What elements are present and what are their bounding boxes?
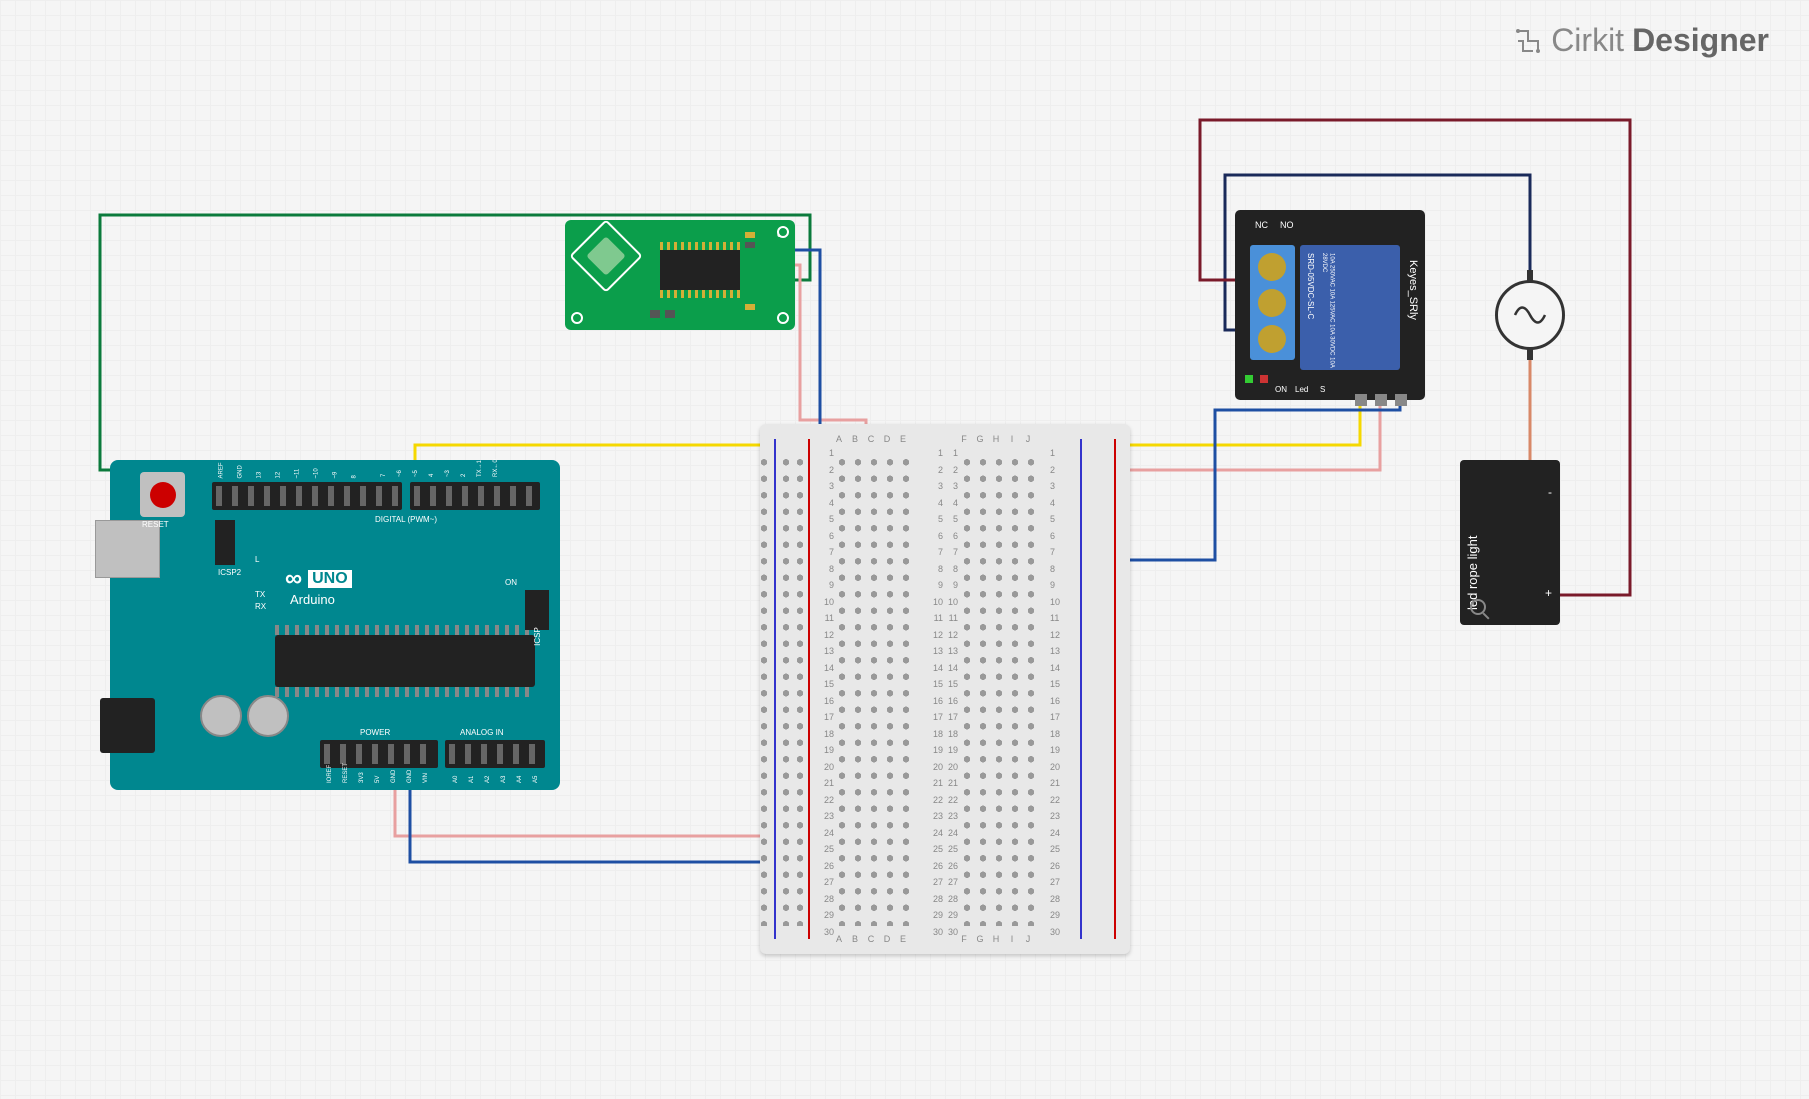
led-rope-minus: - xyxy=(1548,485,1552,499)
arduino-reset-button[interactable] xyxy=(140,472,185,517)
bb-col-h-top: H xyxy=(989,434,1003,444)
led-rope-light[interactable]: led rope light - + xyxy=(1460,460,1560,625)
arduino-digital-header-1[interactable] xyxy=(212,482,402,510)
magnify-icon xyxy=(1470,599,1486,615)
arduino-atmega-chip xyxy=(275,635,535,687)
logo-product: Designer xyxy=(1632,22,1769,59)
arduino-analog-label: ANALOG IN xyxy=(460,728,504,737)
relay-pin-s[interactable] xyxy=(1355,394,1367,406)
relay-on-label: ON xyxy=(1275,385,1287,394)
logo-icon xyxy=(1513,26,1543,56)
arduino-l-led: L xyxy=(255,555,259,564)
arduino-rx-led: RX xyxy=(255,602,266,611)
arduino-icsp-header xyxy=(525,590,549,630)
arduino-icsp2-label: ICSP2 xyxy=(218,568,241,577)
relay-s-label: S xyxy=(1320,385,1325,394)
ac-source[interactable] xyxy=(1495,280,1565,350)
relay-pin-plus[interactable] xyxy=(1375,394,1387,406)
bb-col-b-top: B xyxy=(848,434,862,444)
arduino-logo: ∞ UNO xyxy=(285,565,352,593)
arduino-brand: Arduino xyxy=(290,592,335,607)
arduino-model: UNO xyxy=(308,570,352,588)
bb-col-a-top: A xyxy=(832,434,846,444)
bb-col-f-top: F xyxy=(957,434,971,444)
bb-col-d-top: D xyxy=(880,434,894,444)
relay-coil-block: SRD-05VDC-SL-C 10A 250VAC 10A 125VAC 10A… xyxy=(1300,245,1400,370)
relay-block-specs: 10A 250VAC 10A 125VAC 10A 30VDC 10A 28VD… xyxy=(1320,253,1334,370)
bb-col-j-top: J xyxy=(1021,434,1035,444)
arduino-power-header[interactable] xyxy=(320,740,438,768)
sine-wave-icon xyxy=(1510,295,1550,335)
arduino-icsp-label: ICSP xyxy=(533,627,542,646)
radar-sensor-module[interactable]: U3 xyxy=(565,220,795,330)
arduino-power-label: POWER xyxy=(360,728,390,737)
ac-terminal-bottom[interactable] xyxy=(1527,348,1533,360)
led-rope-plus: + xyxy=(1545,586,1552,600)
design-canvas[interactable]: Cirkit Designer RESET ICSP2 xyxy=(0,0,1809,1099)
bb-col-e-top: E xyxy=(896,434,910,444)
arduino-analog-pin-labels: A0 A1 A2 A3 A4 A5 xyxy=(448,772,544,778)
arduino-capacitors xyxy=(200,695,289,737)
logo-brand: Cirkit xyxy=(1551,22,1624,59)
arduino-icsp2-header xyxy=(215,520,235,565)
relay-brand: Keyes_SRly xyxy=(1407,260,1419,320)
bb-col-c-top: C xyxy=(864,434,878,444)
relay-nc-label: NC xyxy=(1255,220,1268,230)
ac-terminal-top[interactable] xyxy=(1527,270,1533,282)
relay-block-text: SRD-05VDC-SL-C xyxy=(1306,253,1315,319)
arduino-digital-header-2[interactable] xyxy=(410,482,540,510)
arduino-digital-pin-labels: AREF GND 13 12 ~11 ~10 ~9 8 7 ~6 ~5 4 ~3… xyxy=(212,466,540,472)
relay-pin-minus[interactable] xyxy=(1395,394,1407,406)
breadboard[interactable]: A B C D E F G H I J A B C D E F G H I J … xyxy=(760,424,1130,954)
arduino-uno-board[interactable]: RESET ICSP2 DIGITAL (PWM~) ∞ UNO Arduino… xyxy=(110,460,560,790)
app-logo: Cirkit Designer xyxy=(1513,22,1769,59)
relay-no-label: NO xyxy=(1280,220,1294,230)
radar-antenna xyxy=(569,219,643,293)
relay-module[interactable]: SRD-05VDC-SL-C 10A 250VAC 10A 125VAC 10A… xyxy=(1235,210,1425,400)
relay-screw-terminal[interactable] xyxy=(1250,245,1295,360)
arduino-on-led: ON xyxy=(505,578,517,587)
arduino-power-pin-labels: IOREF RESET 3V3 5V GND GND VIN xyxy=(322,772,434,778)
bb-col-i-top: I xyxy=(1005,434,1019,444)
arduino-reset-label: RESET xyxy=(142,520,169,529)
arduino-analog-header[interactable] xyxy=(445,740,545,768)
relay-led-label: Led xyxy=(1295,385,1308,394)
bb-col-g-top: G xyxy=(973,434,987,444)
arduino-tx-led: TX xyxy=(255,590,265,599)
radar-ic-chip xyxy=(660,250,740,290)
arduino-infinity-icon: ∞ xyxy=(285,565,302,593)
arduino-digital-label: DIGITAL (PWM~) xyxy=(375,515,437,524)
arduino-power-jack xyxy=(100,698,155,753)
